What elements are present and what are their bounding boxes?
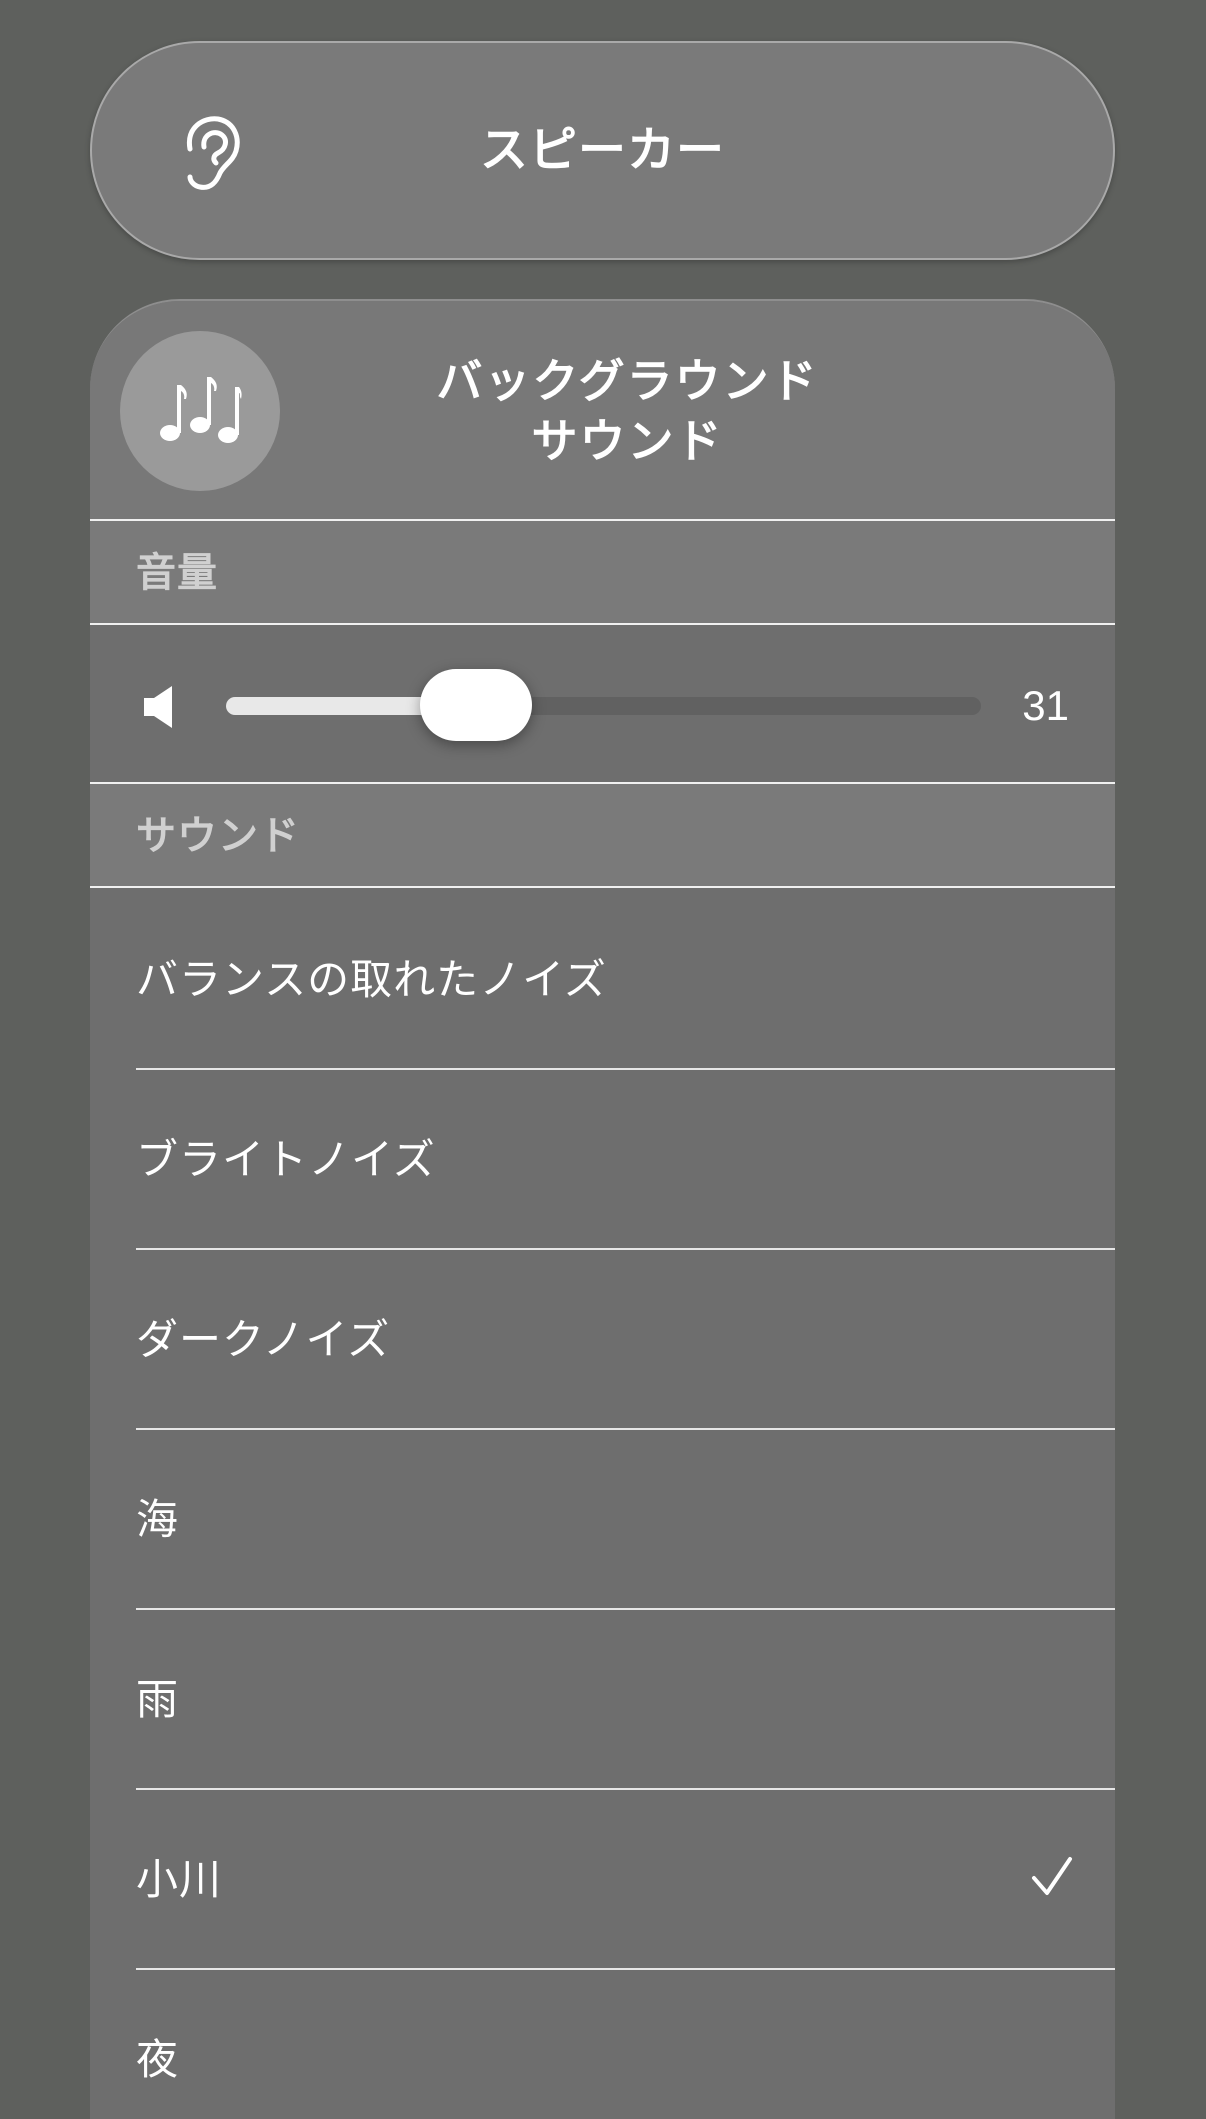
sound-item-label: 雨: [136, 1675, 180, 1724]
checkmark-icon: [1032, 1857, 1072, 1895]
music-notes-icon: [120, 331, 280, 491]
sound-list: バランスの取れたノイズ ブライトノイズ ダークノイズ 海 雨 小川 夜: [90, 890, 1115, 2119]
volume-slider[interactable]: [226, 697, 981, 715]
sound-item-label: バランスの取れたノイズ: [136, 955, 607, 1004]
volume-section-header: 音量: [90, 521, 1115, 625]
sound-item-dark-noise[interactable]: ダークノイズ: [90, 1250, 1115, 1430]
sound-item-label: 小川: [136, 1855, 223, 1904]
sound-item-label: 海: [136, 1495, 180, 1544]
speaker-button-label: スピーカー: [479, 122, 725, 178]
panel-title-line1: バックグラウンド: [436, 354, 819, 408]
sound-item-bright-noise[interactable]: ブライトノイズ: [90, 1070, 1115, 1250]
sound-item-night[interactable]: 夜: [90, 1970, 1115, 2119]
sound-item-balanced-noise[interactable]: バランスの取れたノイズ: [90, 890, 1115, 1070]
sound-section-header: サウンド: [90, 784, 1115, 888]
volume-section-label: 音量: [136, 550, 218, 596]
speaker-button[interactable]: スピーカー: [90, 41, 1115, 260]
volume-row: 31: [90, 627, 1115, 784]
sound-item-rain[interactable]: 雨: [90, 1610, 1115, 1790]
sound-item-label: ブライトノイズ: [136, 1135, 436, 1184]
panel-title-line2: サウンド: [531, 414, 724, 468]
volume-slider-thumb[interactable]: [420, 669, 532, 741]
panel-header: バックグラウンド サウンド: [90, 301, 1115, 521]
background-sound-panel: バックグラウンド サウンド 音量 31 サウンド バランスの取れたノイズ ブライ…: [90, 299, 1115, 2119]
panel-title: バックグラウンド サウンド: [320, 351, 935, 471]
volume-value: 31: [1022, 682, 1069, 729]
sound-item-ocean[interactable]: 海: [90, 1430, 1115, 1610]
sound-item-label: 夜: [136, 2035, 180, 2084]
sound-item-label: ダークノイズ: [136, 1315, 391, 1364]
sound-section-label: サウンド: [136, 813, 300, 859]
sound-item-stream[interactable]: 小川: [90, 1790, 1115, 1970]
speaker-icon: [144, 686, 172, 728]
